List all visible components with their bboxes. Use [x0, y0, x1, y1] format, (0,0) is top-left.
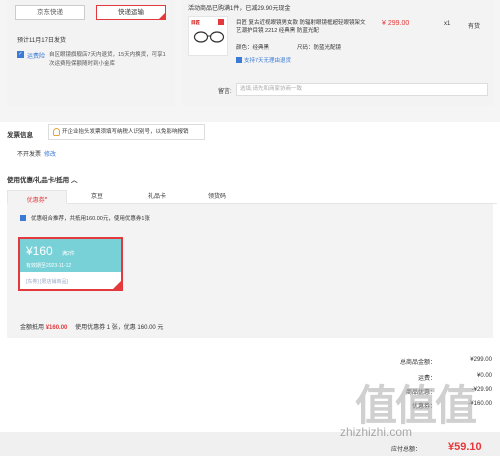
coupon-expiry: 有效期至2023-11-12 [26, 263, 72, 269]
promo-tag-icon [218, 19, 224, 25]
order-item-panel: 活动商品已购满1件，已减29.90元现金 目匠 目匠 复古近视眼镜男女款 防辐射… [182, 0, 494, 106]
shipping-option-jd[interactable]: 京东快递 [15, 5, 85, 20]
product-color: 颜色：经典黑 [236, 43, 269, 51]
invoice-edit-link[interactable]: 修改 [44, 149, 56, 158]
pay-value: ¥59.10 [448, 441, 482, 453]
brand-logo: 目匠 [191, 20, 200, 25]
dot-icon: ● [44, 195, 48, 200]
item-price: ¥ 299.00 [382, 20, 410, 27]
tab-redeem-code[interactable]: 领货码 [187, 190, 247, 204]
coupon-card[interactable]: ¥160 满2件 有效期至2023-11-12 [东券] [限店铺商品] [18, 237, 123, 291]
coupon-section-title: 使用优惠/礼品卡/抵用 [7, 177, 70, 184]
service-label[interactable]: 运费险 [27, 51, 45, 60]
invoice-tip: 开企业抬头发票须填写纳税人识别号，以免影响报销 [48, 124, 205, 140]
color-label: 颜色： [236, 45, 253, 51]
lens-label: 尺码： [297, 45, 314, 51]
service-description: 自区眼镜旗舰店7天内退货，15天内换货，可享1次运费险保额随时到小金库 [49, 52, 166, 67]
order-package-area: 京东快递 快递运输 预计11月17日发货 ✓ 运费险 自区眼镜旗舰店7天内退货，… [0, 0, 500, 122]
pay-bar: 应付总额： ¥59.10 [0, 432, 500, 456]
product-name[interactable]: 目匠 复古近视眼镜男女款 防辐射眼镜框超轻眼镜架文艺潮护目镜 2212 经典黑 … [236, 19, 371, 35]
promo-title: 活动商品已购满1件，已减29.90元现金 [188, 6, 291, 12]
watermark: 值值值 zhizhizhi.com [340, 372, 495, 439]
total-goods-label: 总商品金额： [399, 360, 436, 366]
color-value: 经典黑 [252, 45, 270, 51]
tab-jingdou[interactable]: 京豆 [67, 190, 127, 204]
coupon-section-toggle[interactable]: 使用优惠/礼品卡/抵用 ︿ [7, 174, 77, 184]
product-size: 尺码：防蓝光配镜 [297, 43, 341, 51]
remark-input[interactable]: 选填,请先和商家协商一致 [236, 83, 488, 96]
coupon-panel: 优惠组合推荐，共抵用160.00元，使用优惠券1张 ¥160 满2件 有效期至2… [7, 204, 493, 338]
shield-icon: ✓ [17, 51, 24, 58]
invoice-status: 不开发票 [17, 152, 42, 158]
coupon-amount: ¥160 [26, 244, 53, 258]
return-text: 支持7天无理由退货 [244, 58, 292, 64]
bulb-icon [53, 128, 60, 136]
tab-gift-card[interactable]: 礼品卡 [127, 190, 187, 204]
combo-checkbox[interactable] [20, 215, 26, 221]
coupon-summary: 金额抵用 ¥160.00 使用优惠券 1 张，优惠 160.00 元 [20, 322, 163, 331]
shipping-option-express[interactable]: 快递运输 [96, 5, 166, 20]
glasses-icon [193, 31, 225, 43]
return-policy: 支持7天无理由退货 [236, 56, 291, 64]
return-icon [236, 57, 242, 63]
tab-coupons[interactable]: 优惠券● [7, 190, 67, 204]
summary-label: 金额抵用 [20, 325, 45, 331]
coupon-tabs: 优惠券● 京豆 礼品卡 领货码 [7, 190, 497, 204]
combo-text: 优惠组合推荐，共抵用160.00元，使用优惠券1张 [31, 216, 150, 222]
watermark-url: zhizhizhi.com [340, 425, 413, 439]
selected-check-icon [113, 281, 121, 289]
total-goods-value: ¥299.00 [470, 357, 492, 363]
delivery-date: 预计11月17日发货 [17, 38, 66, 44]
product-image[interactable]: 目匠 [188, 16, 228, 56]
coupon-header: ¥160 满2件 有效期至2023-11-12 [20, 239, 121, 272]
shipping-panel: 京东快递 快递运输 预计11月17日发货 ✓ 运费险 自区眼镜旗舰店7天内退货，… [7, 0, 175, 106]
summary-amount: ¥160.00 [45, 325, 68, 331]
coupon-condition: 满2件 [62, 251, 75, 257]
remark-label: 留言: [218, 89, 232, 95]
watermark-logo: 值值值 [355, 382, 477, 429]
invoice-title: 发票信息 [7, 132, 33, 139]
summary-rest: 使用优惠券 1 张，优惠 160.00 元 [75, 325, 164, 331]
coupon-limit: [东券] [限店铺商品] [26, 279, 68, 285]
lens-value: 防蓝光配镜 [313, 45, 342, 51]
invoice-tip-text: 开企业抬头发票须填写纳税人识别号，以免影响报销 [62, 129, 189, 135]
item-quantity: x1 [444, 21, 451, 27]
pay-label: 应付总额： [391, 447, 422, 453]
chevron-up-icon: ︿ [70, 177, 78, 184]
stock-status: 有货 [468, 24, 481, 30]
